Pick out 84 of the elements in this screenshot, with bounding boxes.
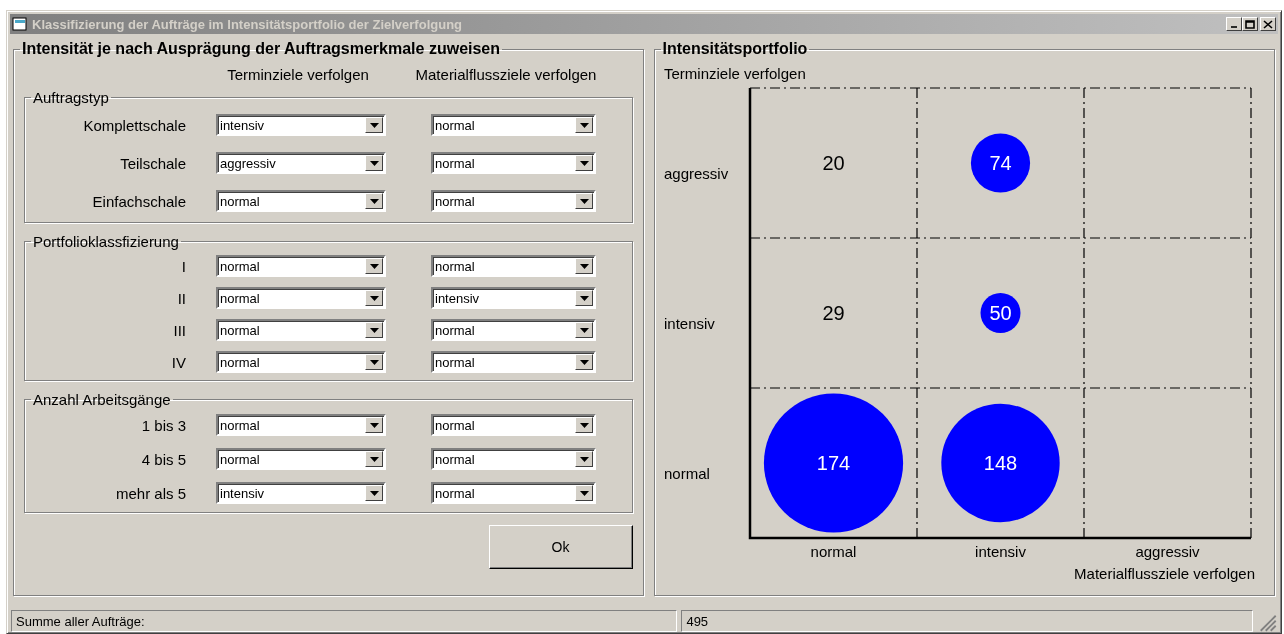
- dropdown-arrow-icon: [369, 490, 379, 496]
- dropdown[interactable]: normal: [216, 414, 386, 436]
- dropdown-arrow-icon: [369, 263, 379, 269]
- dropdown[interactable]: normal: [431, 114, 596, 136]
- row-label: IV: [170, 353, 186, 371]
- dropdown-arrow-icon: [579, 295, 589, 301]
- dropdown[interactable]: normal: [216, 448, 386, 470]
- minimize-button[interactable]: [1226, 17, 1242, 31]
- row-label: Komplettschale: [82, 116, 186, 134]
- dropdown-arrow-icon: [579, 490, 589, 496]
- cell-value: 20: [821, 152, 845, 174]
- dropdown[interactable]: normal: [431, 482, 596, 504]
- dropdown[interactable]: normal: [216, 287, 386, 309]
- dropdown-arrow-icon: [579, 456, 589, 462]
- dropdown-arrow-icon: [579, 422, 589, 428]
- ok-button[interactable]: Ok: [488, 525, 633, 569]
- dropdown-arrow-icon: [369, 327, 379, 333]
- group-title: Anzahl Arbeitsgänge: [32, 391, 172, 408]
- dropdown[interactable]: normal: [431, 152, 596, 174]
- maximize-button[interactable]: [1242, 17, 1258, 31]
- bubble: [980, 293, 1020, 333]
- close-button[interactable]: [1260, 17, 1276, 31]
- cell-value: 29: [821, 302, 845, 324]
- bubble-value: 148: [983, 452, 1017, 474]
- group-title: Intensität je nach Ausprägung der Auftragsmerkmale zuweisen: [21, 40, 502, 58]
- bubble-value: 50: [988, 302, 1012, 324]
- column-header: Materialflussziele verfolgen: [414, 66, 598, 83]
- dropdown-arrow-icon: [369, 160, 379, 166]
- status-value: 495: [681, 610, 1254, 632]
- dropdown-arrow-icon: [369, 359, 379, 365]
- dropdown-arrow-icon: [369, 456, 379, 462]
- dropdown[interactable]: aggressiv: [216, 152, 386, 174]
- bubble-value: 74: [988, 152, 1012, 174]
- dropdown[interactable]: intensiv: [216, 482, 386, 504]
- dropdown[interactable]: normal: [216, 319, 386, 341]
- maximize-icon: [1245, 19, 1255, 29]
- group-title: Intensitätsportfolio: [661, 40, 809, 58]
- window-icon: [12, 17, 28, 31]
- dropdown-arrow-icon: [579, 198, 589, 204]
- minimize-icon: [1231, 26, 1237, 28]
- group-title: Auftragstyp: [32, 89, 110, 106]
- dropdown-arrow-icon: [369, 295, 379, 301]
- axis-label: intensiv: [663, 315, 715, 332]
- row-label: I: [180, 257, 186, 275]
- dropdown-arrow-icon: [579, 263, 589, 269]
- dropdown-arrow-icon: [579, 122, 589, 128]
- status-label: Summe aller Aufträge:: [11, 610, 678, 632]
- dropdown[interactable]: intensiv: [431, 287, 596, 309]
- dropdown-arrow-icon: [369, 422, 379, 428]
- row-label: mehr als 5: [114, 484, 186, 502]
- axis-label: normal: [810, 543, 856, 560]
- dropdown[interactable]: normal: [216, 190, 386, 212]
- dropdown[interactable]: normal: [431, 351, 596, 373]
- row-label: 1 bis 3: [140, 416, 186, 434]
- window-title: Klassifizierung der Aufträge im Intensitätsportfolio der Zielverfolgung: [32, 16, 463, 32]
- dropdown[interactable]: normal: [431, 414, 596, 436]
- dropdown[interactable]: intensiv: [216, 114, 386, 136]
- dropdown-arrow-icon: [579, 359, 589, 365]
- dropdown[interactable]: normal: [431, 190, 596, 212]
- dropdown-arrow-icon: [579, 327, 589, 333]
- dropdown-arrow-icon: [369, 122, 379, 128]
- row-label: II: [176, 289, 186, 307]
- row-label: 4 bis 5: [140, 450, 186, 468]
- dropdown[interactable]: normal: [216, 351, 386, 373]
- dropdown-arrow-icon: [579, 160, 589, 166]
- group-title: Portfolioklassfizierung: [32, 233, 180, 250]
- axis-title: Terminziele verfolgen: [663, 65, 806, 82]
- axis-label: aggressiv: [663, 165, 728, 182]
- axis-label: aggressiv: [1134, 543, 1200, 560]
- axis-label: normal: [663, 465, 710, 482]
- row-label: Teilschale: [119, 154, 186, 172]
- column-header: Terminziele verfolgen: [226, 66, 370, 83]
- bubble-value: 174: [816, 452, 850, 474]
- close-icon: [1263, 19, 1273, 29]
- bubble: [970, 133, 1030, 193]
- dropdown-arrow-icon: [369, 198, 379, 204]
- dropdown[interactable]: normal: [216, 255, 386, 277]
- axis-label: intensiv: [974, 543, 1026, 560]
- row-label: Einfachschale: [91, 192, 186, 210]
- row-label: III: [172, 321, 186, 339]
- axis-title: Materialflussziele verfolgen: [1073, 565, 1255, 582]
- dropdown[interactable]: normal: [431, 319, 596, 341]
- dropdown[interactable]: normal: [431, 255, 596, 277]
- dropdown[interactable]: normal: [431, 448, 596, 470]
